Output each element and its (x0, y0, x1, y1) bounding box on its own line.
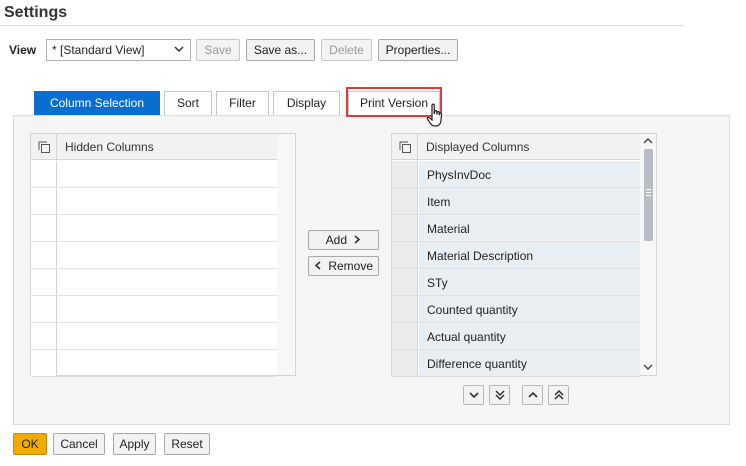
reset-button[interactable]: Reset (164, 433, 210, 455)
table-row[interactable] (31, 269, 277, 296)
row-selector[interactable] (31, 296, 57, 322)
table-row[interactable]: Actual quantity (392, 323, 640, 350)
add-button[interactable]: Add (308, 230, 379, 250)
tab-filter[interactable]: Filter (216, 91, 269, 115)
move-up-button[interactable] (522, 385, 543, 405)
remove-button-label: Remove (328, 259, 374, 273)
table-cell: Item (419, 188, 640, 214)
row-selector[interactable] (392, 350, 418, 376)
table-row[interactable]: Item (392, 188, 640, 215)
table-cell: Material (419, 215, 640, 241)
table-cell: Difference quantity (419, 350, 640, 376)
table-row[interactable]: Difference quantity (392, 350, 640, 377)
table-row[interactable] (31, 323, 277, 350)
save-button[interactable]: Save (196, 39, 240, 61)
copy-columns-icon (38, 141, 50, 153)
table-header: Displayed Columns (392, 134, 640, 160)
cancel-button[interactable]: Cancel (53, 433, 105, 455)
scrollbar-thumb[interactable] (644, 149, 653, 241)
double-chevron-up-icon (554, 390, 564, 400)
ok-button[interactable]: OK (13, 433, 47, 455)
delete-button[interactable]: Delete (321, 39, 372, 61)
row-selector[interactable] (392, 161, 418, 187)
apply-button[interactable]: Apply (113, 433, 156, 455)
table-header: Hidden Columns (31, 134, 277, 160)
row-selector[interactable] (31, 242, 57, 268)
scroll-up-icon[interactable] (643, 137, 653, 145)
move-down-button[interactable] (489, 385, 510, 405)
scroll-down-icon[interactable] (643, 363, 653, 371)
select-all-button[interactable] (31, 134, 57, 160)
tab-sort[interactable]: Sort (164, 91, 212, 115)
row-selector[interactable] (31, 350, 57, 376)
hidden-columns-table: Hidden Columns (30, 133, 296, 377)
table-cell (58, 215, 277, 241)
chevron-down-icon (174, 46, 184, 53)
table-cell (58, 242, 277, 268)
copy-columns-icon (399, 141, 411, 153)
row-selector[interactable] (31, 269, 57, 295)
table-row[interactable] (31, 296, 277, 323)
properties-button[interactable]: Properties... (378, 39, 458, 61)
table-cell (58, 323, 277, 349)
hidden-columns-header: Hidden Columns (65, 140, 154, 154)
chevron-left-icon (314, 261, 321, 270)
double-chevron-down-icon (495, 390, 505, 400)
table-row[interactable]: PhysInvDoc (392, 161, 640, 188)
table-cell (58, 296, 277, 322)
row-selector[interactable] (392, 242, 418, 268)
select-all-button[interactable] (392, 134, 418, 160)
row-selector[interactable] (31, 188, 57, 214)
row-selector[interactable] (31, 161, 57, 187)
view-label: View (9, 43, 37, 57)
remove-button[interactable]: Remove (308, 256, 379, 276)
move-top-button[interactable] (548, 385, 569, 405)
table-cell: Counted quantity (419, 296, 640, 322)
view-select[interactable]: * [Standard View] (46, 39, 191, 61)
save-as-button[interactable]: Save as... (246, 39, 315, 61)
displayed-columns-header: Displayed Columns (426, 140, 530, 154)
table-cell: Material Description (419, 242, 640, 268)
hidden-columns-scrollbar[interactable] (277, 134, 295, 375)
row-selector[interactable] (31, 323, 57, 349)
row-selector[interactable] (392, 215, 418, 241)
move-bottom-button[interactable] (463, 385, 484, 405)
table-row[interactable]: Material Description (392, 242, 640, 269)
view-select-value: * [Standard View] (52, 43, 145, 57)
table-cell (58, 350, 277, 376)
table-cell (58, 269, 277, 295)
row-selector[interactable] (392, 296, 418, 322)
tab-display[interactable]: Display (273, 91, 340, 115)
table-row[interactable] (31, 188, 277, 215)
table-row[interactable]: Material (392, 215, 640, 242)
row-selector[interactable] (31, 215, 57, 241)
row-selector[interactable] (392, 188, 418, 214)
table-row[interactable]: STy (392, 269, 640, 296)
row-selector[interactable] (392, 323, 418, 349)
table-cell: Actual quantity (419, 323, 640, 349)
table-row[interactable] (31, 350, 277, 377)
table-cell (58, 188, 277, 214)
title-divider (0, 25, 684, 26)
table-row[interactable] (31, 242, 277, 269)
table-cell: STy (419, 269, 640, 295)
tab-column-selection[interactable]: Column Selection (34, 91, 160, 115)
add-button-label: Add (325, 233, 347, 247)
chevron-right-icon (354, 235, 361, 244)
row-selector[interactable] (392, 269, 418, 295)
chevron-up-icon (528, 391, 538, 398)
chevron-down-icon (469, 392, 479, 399)
displayed-columns-scrollbar[interactable] (640, 134, 656, 375)
hand-cursor-icon (426, 103, 443, 127)
table-row[interactable]: Counted quantity (392, 296, 640, 323)
table-row[interactable] (31, 215, 277, 242)
table-cell (58, 161, 277, 187)
dialog-title: Settings (4, 4, 68, 21)
table-cell: PhysInvDoc (419, 161, 640, 187)
table-row[interactable] (31, 161, 277, 188)
displayed-columns-table: Displayed Columns PhysInvDoc Item Materi… (391, 133, 657, 377)
